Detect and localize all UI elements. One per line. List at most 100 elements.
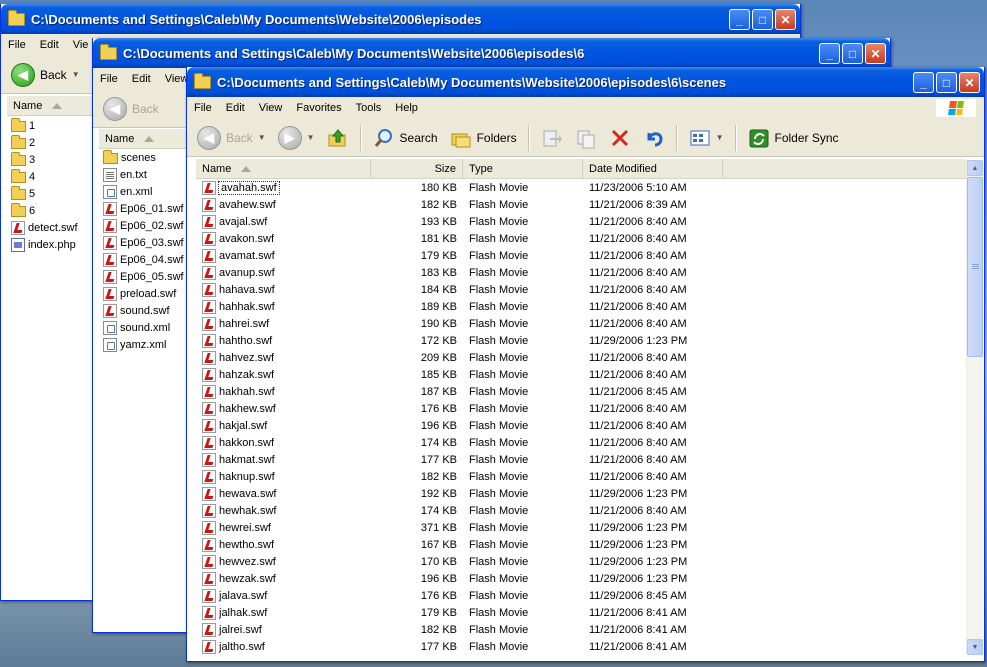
title-bar[interactable]: C:\Documents and Settings\Caleb\My Docum… [1, 4, 800, 34]
menu-tools[interactable]: Tools [349, 102, 389, 114]
table-row[interactable]: hahrei.swf 190 KB Flash Movie 11/21/2006 8:… [196, 315, 956, 332]
list-item[interactable]: yamz.xml [99, 336, 187, 353]
table-row[interactable]: hakkon.swf 174 KB Flash Movie 11/21/2006 8:… [196, 434, 956, 451]
menu-edit[interactable]: Edit [219, 102, 252, 114]
table-row[interactable]: jaltho.swf 177 KB Flash Movie 11/21/2006 8:… [196, 638, 956, 655]
list-item[interactable]: Ep06_02.swf [99, 217, 187, 234]
table-row[interactable]: avajal.swf 193 KB Flash Movie 11/21/2006 8:… [196, 213, 956, 230]
table-row[interactable]: hewtho.swf 167 KB Flash Movie 11/29/2006 1:… [196, 536, 956, 553]
list-item[interactable]: 5 [7, 185, 95, 202]
search-button[interactable]: Search [369, 125, 442, 151]
table-row[interactable]: hakhah.swf 187 KB Flash Movie 11/21/2006 8:… [196, 383, 956, 400]
copy-to-button[interactable] [571, 125, 601, 151]
table-row[interactable]: hewava.swf 192 KB Flash Movie 11/29/2006 1:… [196, 485, 956, 502]
scroll-down-button[interactable]: ▼ [967, 639, 983, 655]
column-header-date-modified[interactable]: Date Modified [583, 159, 723, 178]
folders-button[interactable]: Folders [446, 125, 521, 151]
title-bar[interactable]: C:\Documents and Settings\Caleb\My Docum… [93, 38, 890, 68]
menu-view[interactable]: Vie [66, 39, 96, 51]
table-row[interactable]: hewrei.swf 371 KB Flash Movie 11/29/2006 1:… [196, 519, 956, 536]
list-item[interactable]: 4 [7, 168, 95, 185]
minimize-button[interactable]: _ [913, 72, 934, 93]
maximize-button[interactable]: □ [752, 9, 773, 30]
back-dropdown-icon[interactable]: ▼ [258, 133, 266, 142]
menu-file[interactable]: File [187, 102, 219, 114]
table-row[interactable]: avanup.swf 183 KB Flash Movie 11/21/2006 8:… [196, 264, 956, 281]
back-button[interactable]: ◀ Back ▼ [7, 61, 84, 89]
menu-file[interactable]: File [93, 73, 125, 85]
close-button[interactable]: ✕ [775, 9, 796, 30]
table-row[interactable]: hewhak.swf 174 KB Flash Movie 11/21/2006 8:… [196, 502, 956, 519]
list-item[interactable]: Ep06_03.swf [99, 234, 187, 251]
table-row[interactable]: hahtho.swf 172 KB Flash Movie 11/29/2006 1:… [196, 332, 956, 349]
menu-view[interactable]: View [252, 102, 290, 114]
table-row[interactable]: avahew.swf 182 KB Flash Movie 11/21/2006 8:… [196, 196, 956, 213]
menu-edit[interactable]: Edit [33, 39, 66, 51]
maximize-button[interactable]: □ [936, 72, 957, 93]
column-header-name[interactable]: Name [196, 159, 371, 178]
menu-help[interactable]: Help [388, 102, 425, 114]
list-item[interactable]: Ep06_05.swf [99, 268, 187, 285]
table-row[interactable]: hahvez.swf 209 KB Flash Movie 11/21/2006 8:… [196, 349, 956, 366]
table-row[interactable]: jalava.swf 176 KB Flash Movie 11/29/2006 8:… [196, 587, 956, 604]
table-row[interactable]: hewvez.swf 170 KB Flash Movie 11/29/2006 1:… [196, 553, 956, 570]
table-row[interactable]: hahzak.swf 185 KB Flash Movie 11/21/2006 8:… [196, 366, 956, 383]
list-item[interactable]: Ep06_01.swf [99, 200, 187, 217]
list-item[interactable]: 2 [7, 134, 95, 151]
table-row[interactable]: jalhak.swf 179 KB Flash Movie 11/21/2006 8:… [196, 604, 956, 621]
table-row[interactable]: avamat.swf 179 KB Flash Movie 11/21/2006 8:… [196, 247, 956, 264]
maximize-button[interactable]: □ [842, 43, 863, 64]
table-row[interactable]: hakjal.swf 196 KB Flash Movie 11/21/2006 8:… [196, 417, 956, 434]
list-item[interactable]: preload.swf [99, 285, 187, 302]
cell-size: 209 KB [420, 351, 457, 364]
menu-edit[interactable]: Edit [125, 73, 158, 85]
forward-dropdown-icon[interactable]: ▼ [307, 133, 315, 142]
column-header-name[interactable]: Name [7, 96, 97, 115]
explorer-window-scenes[interactable]: C:\Documents and Settings\Caleb\My Docum… [186, 67, 985, 662]
back-button[interactable]: ◀ Back [99, 95, 163, 123]
scroll-thumb[interactable] [967, 177, 983, 357]
delete-button[interactable] [605, 125, 635, 151]
column-header-type[interactable]: Type [463, 159, 583, 178]
table-row[interactable]: hahava.swf 184 KB Flash Movie 11/21/2006 8:… [196, 281, 956, 298]
list-item[interactable]: sound.xml [99, 319, 187, 336]
views-button[interactable]: ▼ [685, 125, 728, 151]
list-item[interactable]: detect.swf [7, 219, 95, 236]
undo-button[interactable] [639, 125, 669, 151]
forward-button[interactable]: ▶ ▼ [274, 124, 319, 152]
list-item[interactable]: 1 [7, 117, 95, 134]
column-header-size[interactable]: Size [371, 159, 463, 178]
list-item[interactable]: 3 [7, 151, 95, 168]
table-row[interactable]: hakhew.swf 176 KB Flash Movie 11/21/2006 8:… [196, 400, 956, 417]
back-button[interactable]: ◀ Back ▼ [193, 124, 270, 152]
list-item[interactable]: Ep06_04.swf [99, 251, 187, 268]
views-dropdown-icon[interactable]: ▼ [716, 133, 724, 142]
table-row[interactable]: haknup.swf 182 KB Flash Movie 11/21/2006 8:… [196, 468, 956, 485]
column-header-name[interactable]: Name [99, 129, 187, 148]
scroll-up-button[interactable]: ▲ [967, 160, 983, 176]
table-row[interactable]: avahah.swf 180 KB Flash Movie 11/23/2006 5:… [196, 179, 956, 196]
list-item[interactable]: index.php [7, 236, 95, 253]
table-row[interactable]: hewzak.swf 196 KB Flash Movie 11/29/2006 1:… [196, 570, 956, 587]
table-row[interactable]: jalrei.swf 182 KB Flash Movie 11/21/2006 8:… [196, 621, 956, 638]
title-bar[interactable]: C:\Documents and Settings\Caleb\My Docum… [187, 67, 984, 97]
list-item[interactable]: sound.swf [99, 302, 187, 319]
move-to-button[interactable] [537, 125, 567, 151]
close-button[interactable]: ✕ [865, 43, 886, 64]
list-item[interactable]: en.xml [99, 183, 187, 200]
dropdown-arrow-icon[interactable]: ▼ [72, 70, 80, 79]
table-row[interactable]: hahhak.swf 189 KB Flash Movie 11/21/2006 8:… [196, 298, 956, 315]
table-row[interactable]: avakon.swf 181 KB Flash Movie 11/21/2006 8:… [196, 230, 956, 247]
up-button[interactable] [323, 125, 353, 151]
table-row[interactable]: hakmat.swf 177 KB Flash Movie 11/21/2006 8:… [196, 451, 956, 468]
close-button[interactable]: ✕ [959, 72, 980, 93]
list-item[interactable]: 6 [7, 202, 95, 219]
menu-file[interactable]: File [1, 39, 33, 51]
minimize-button[interactable]: _ [819, 43, 840, 64]
minimize-button[interactable]: _ [729, 9, 750, 30]
list-item[interactable]: en.txt [99, 166, 187, 183]
menu-favorites[interactable]: Favorites [289, 102, 348, 114]
list-item[interactable]: scenes [99, 149, 187, 166]
folder-sync-button[interactable]: Folder Sync [744, 125, 843, 151]
vertical-scrollbar[interactable]: ▲ ▼ [966, 160, 983, 655]
